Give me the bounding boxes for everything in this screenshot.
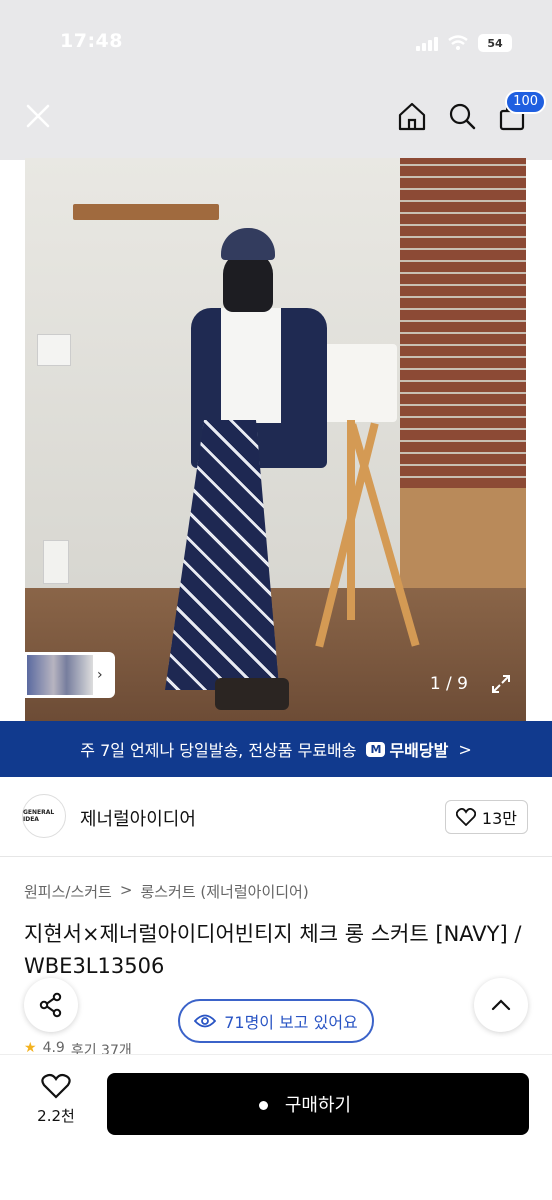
photo-rail <box>73 204 219 220</box>
cart-count-badge: 100 <box>505 90 546 114</box>
heart-icon <box>41 1073 71 1099</box>
photo-hair <box>223 252 273 312</box>
close-button[interactable] <box>20 98 56 134</box>
delivery-truck-icon: M <box>366 741 386 757</box>
cart-button[interactable]: 100 <box>496 90 546 132</box>
free-shipping-badge: M 무배당발 <box>366 737 448 761</box>
photo-brick-wall <box>400 158 526 488</box>
search-button[interactable] <box>446 100 478 132</box>
photo-lamp-leg <box>347 420 355 620</box>
photo-boots <box>215 678 289 710</box>
search-icon <box>449 103 476 130</box>
close-icon <box>26 104 50 128</box>
signal-icon <box>416 35 438 51</box>
bottom-action-bar: 2.2천 구매하기 <box>0 1054 552 1200</box>
promo-text: 주 7일 언제나 당일발송, 전상품 무료배송 <box>80 741 357 760</box>
photo-counter: 1 / 9 <box>430 673 512 695</box>
brand-like-count: 13만 <box>481 809 517 828</box>
home-button[interactable] <box>396 100 428 132</box>
scroll-to-top-button[interactable] <box>474 978 528 1032</box>
brand-logo[interactable]: GENERAL IDEA <box>22 794 66 838</box>
thumbnail-image <box>27 655 93 695</box>
brand-name[interactable]: 제너럴아이디어 <box>80 805 196 831</box>
buy-button-label: 구매하기 <box>284 1095 352 1116</box>
photo-outlet <box>43 540 69 584</box>
image-counter: 1 / 9 <box>429 674 468 694</box>
buy-button[interactable]: 구매하기 <box>107 1073 529 1135</box>
brand-like-button[interactable]: 13만 <box>444 800 528 834</box>
photo-switch <box>37 334 71 366</box>
eye-icon <box>194 1014 217 1028</box>
heart-icon <box>455 808 476 826</box>
top-area: 17:48 54 100 <box>0 0 552 160</box>
thumbnail-strip-button[interactable]: › <box>25 652 115 698</box>
wishlist-count: 2.2천 <box>37 1107 75 1125</box>
share-icon <box>39 992 62 1018</box>
breadcrumb-category[interactable]: 원피스/스커트 <box>24 881 112 902</box>
product-title: 지현서×제너럴아이디어빈티지 체크 롱 스커트 [NAVY] / WBE3L13… <box>24 922 522 978</box>
wifi-icon <box>448 35 468 50</box>
status-icons: 54 <box>416 34 512 52</box>
chevron-right-icon: › <box>97 667 103 683</box>
touch-indicator <box>259 1101 268 1110</box>
photo-shirt <box>221 308 281 423</box>
photo-shelf <box>400 488 526 598</box>
delivery-promo-banner[interactable]: 주 7일 언제나 당일발송, 전상품 무료배송 M 무배당발 > <box>0 721 552 777</box>
breadcrumb-separator: > <box>119 881 133 899</box>
photo-lamp-shade <box>321 344 397 422</box>
header-actions: 100 <box>396 90 546 132</box>
expand-icon[interactable] <box>490 673 512 695</box>
viewers-text: 71명이 보고 있어요 <box>224 1013 358 1032</box>
battery-indicator: 54 <box>478 34 512 52</box>
wishlist-button[interactable]: 2.2천 <box>24 1073 88 1126</box>
chevron-up-icon <box>491 999 511 1011</box>
home-icon <box>398 102 426 131</box>
share-button[interactable] <box>24 978 78 1032</box>
status-time: 17:48 <box>60 30 123 52</box>
breadcrumb-subcategory[interactable]: 롱스커트 (제너럴아이디어) <box>140 881 308 902</box>
breadcrumb: 원피스/스커트 > 롱스커트 (제너럴아이디어) <box>24 881 309 902</box>
chevron-right-icon: > <box>458 739 472 759</box>
product-image[interactable]: › 1 / 9 <box>25 158 526 721</box>
live-viewers-pill: 71명이 보고 있어요 <box>178 999 374 1043</box>
brand-row: GENERAL IDEA 제너럴아이디어 13만 <box>0 777 552 857</box>
promo-badge-text: 무배당발 <box>389 741 449 760</box>
